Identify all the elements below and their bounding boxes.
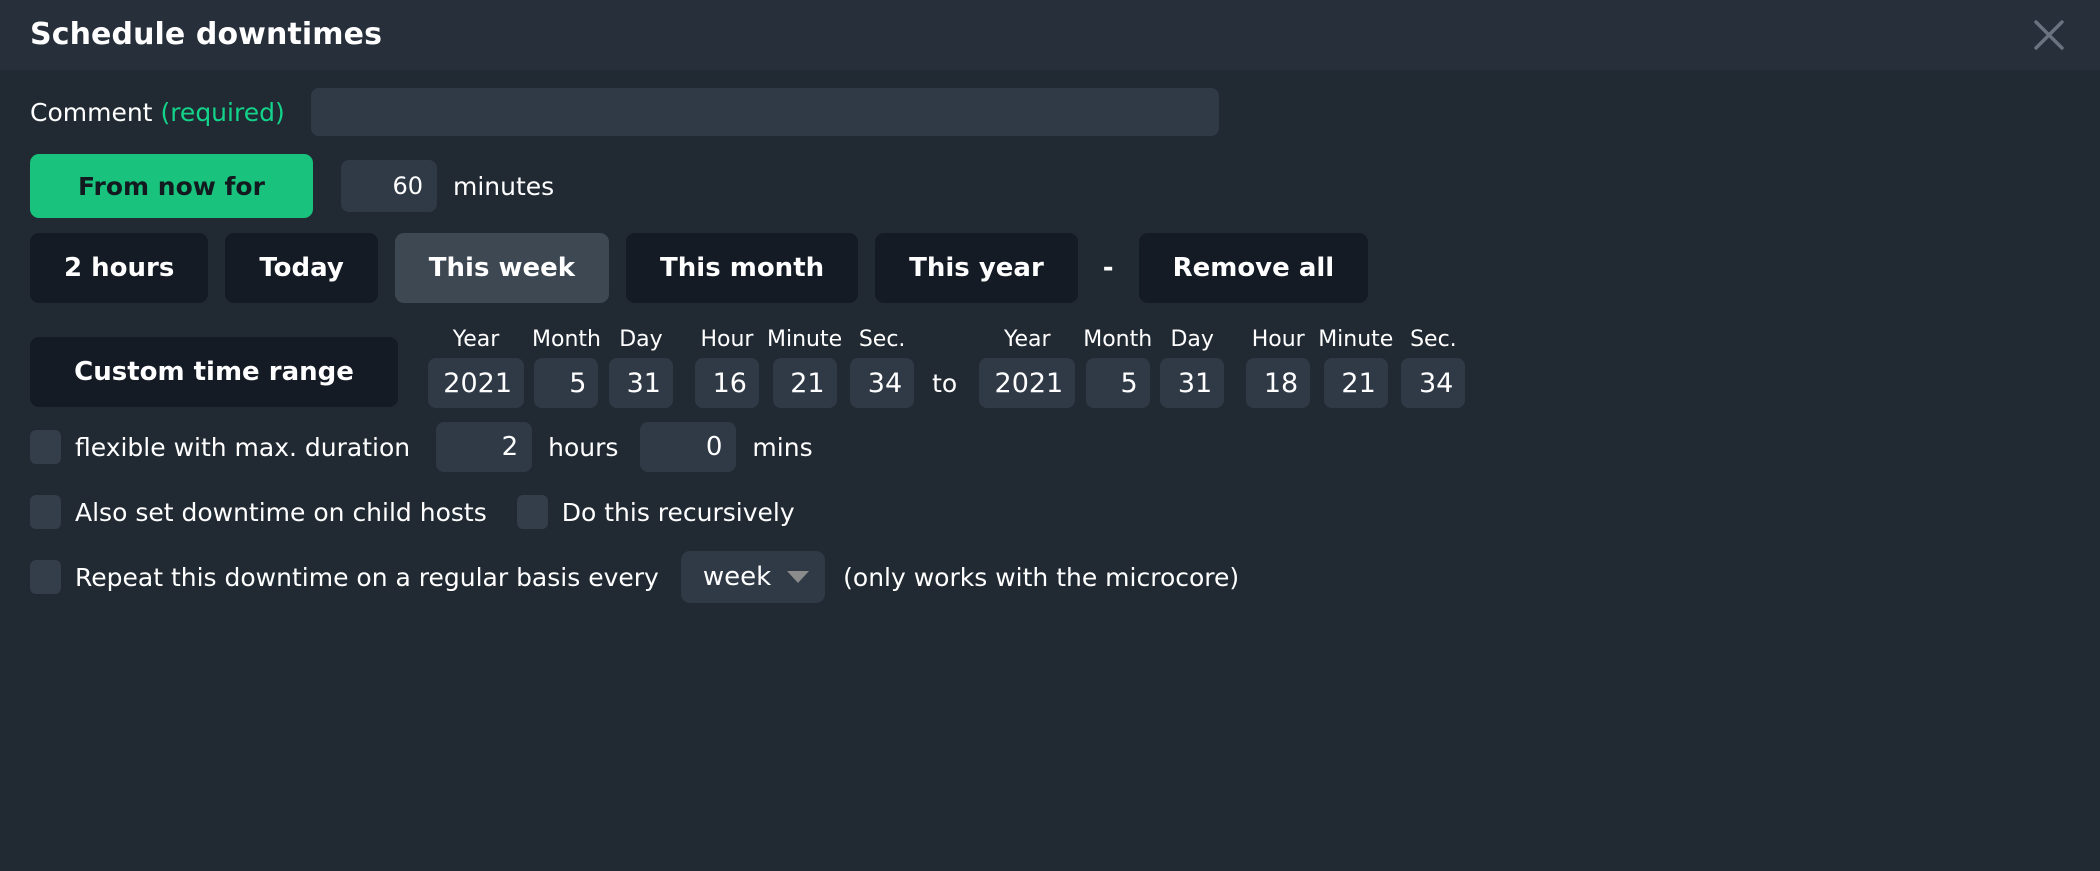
dialog-titlebar: Schedule downtimes — [0, 0, 2100, 70]
child-hosts-label: Also set downtime on child hosts — [75, 497, 487, 527]
minutes-input[interactable] — [341, 160, 437, 212]
end-month-field: Month — [1083, 329, 1152, 408]
close-icon — [2031, 17, 2067, 53]
start-month-label: Month — [532, 327, 601, 352]
start-day-input[interactable] — [608, 358, 673, 408]
end-day-label: Day — [1170, 327, 1214, 352]
flexible-mins-label: mins — [752, 432, 813, 462]
comment-input[interactable] — [310, 88, 1219, 136]
quick-range-separator: - — [1102, 253, 1114, 283]
flexible-mins-input[interactable] — [640, 422, 737, 472]
start-second-input[interactable] — [850, 358, 915, 408]
recursive-label: Do this recursively — [561, 497, 795, 527]
end-hour-field: Hour — [1246, 327, 1311, 408]
end-minute-label: Minute — [1318, 327, 1394, 352]
start-minute-input[interactable] — [772, 358, 837, 408]
page-title: Schedule downtimes — [30, 17, 383, 52]
start-day-label: Day — [619, 327, 663, 352]
custom-time-range-button[interactable]: Custom time range — [30, 337, 398, 407]
end-day-field: Day — [1160, 327, 1225, 408]
end-day-input[interactable] — [1160, 358, 1225, 408]
repeat-label: Repeat this downtime on a regular basis … — [75, 562, 659, 592]
quick-range-this-month-button[interactable]: This month — [626, 233, 859, 303]
quick-range-row: 2 hours Today This week This month This … — [30, 224, 2070, 312]
flexible-duration-row: flexible with max. duration hours mins — [30, 414, 2070, 480]
end-minute-input[interactable] — [1323, 358, 1388, 408]
flexible-duration-checkbox[interactable] — [30, 430, 61, 464]
child-hosts-row: Also set downtime on child hosts Do this… — [30, 480, 2070, 544]
start-second-field: Sec. — [850, 327, 915, 408]
quick-range-2-hours-button[interactable]: 2 hours — [30, 233, 209, 303]
quick-range-today-button[interactable]: Today — [225, 233, 378, 303]
start-year-input[interactable] — [428, 358, 524, 408]
minutes-label: minutes — [453, 171, 555, 201]
start-minute-label: Minute — [766, 327, 843, 352]
from-now-row: From now for minutes — [30, 148, 2070, 224]
comment-label-text: Comment — [30, 97, 153, 127]
repeat-note: (only works with the microcore) — [843, 562, 1240, 592]
repeat-interval-value: week — [702, 562, 772, 592]
repeat-row: Repeat this downtime on a regular basis … — [30, 544, 2070, 610]
dialog-body: Comment (required) From now for minutes … — [0, 70, 2100, 610]
end-year-input[interactable] — [979, 358, 1076, 408]
comment-required-text: (required) — [160, 97, 285, 127]
start-hour-label: Hour — [700, 327, 754, 352]
flexible-hours-label: hours — [548, 432, 619, 462]
child-hosts-checkbox[interactable] — [30, 495, 61, 529]
custom-time-range-row: Custom time range Year Month Day Hour Mi… — [30, 312, 2070, 414]
start-hour-field: Hour — [694, 327, 759, 408]
chevron-down-icon — [787, 571, 810, 583]
start-month-field: Month — [532, 329, 601, 408]
end-datetime-group: Year Month Day Hour Minute Sec. — [971, 327, 1466, 408]
repeat-checkbox[interactable] — [30, 560, 61, 594]
flexible-duration-label: flexible with max. duration — [75, 432, 411, 462]
end-second-field: Sec. — [1401, 327, 1466, 408]
from-now-for-button[interactable]: From now for — [30, 154, 313, 218]
quick-range-this-week-button[interactable]: This week — [394, 233, 610, 303]
flexible-hours-input[interactable] — [436, 422, 533, 472]
end-month-input[interactable] — [1085, 358, 1150, 408]
start-month-input[interactable] — [534, 358, 599, 408]
start-year-label: Year — [452, 327, 500, 352]
end-second-label: Sec. — [1410, 327, 1457, 352]
end-hour-input[interactable] — [1246, 358, 1311, 408]
end-year-label: Year — [1003, 327, 1051, 352]
quick-range-this-year-button[interactable]: This year — [875, 233, 1078, 303]
repeat-interval-dropdown[interactable]: week — [680, 551, 826, 603]
recursive-checkbox[interactable] — [516, 495, 548, 529]
comment-row: Comment (required) — [30, 70, 2070, 148]
start-year-field: Year — [428, 329, 524, 408]
start-hour-input[interactable] — [694, 358, 759, 408]
end-month-label: Month — [1083, 327, 1153, 352]
end-second-input[interactable] — [1401, 358, 1466, 408]
start-datetime-group: Year Month Day Hour Minute Sec. — [420, 327, 915, 408]
close-button[interactable] — [2026, 12, 2072, 58]
end-hour-label: Hour — [1251, 327, 1305, 352]
comment-label: Comment (required) — [30, 98, 285, 127]
remove-all-button[interactable]: Remove all — [1138, 233, 1369, 303]
range-to-label: to — [932, 369, 958, 398]
end-minute-field: Minute — [1318, 329, 1393, 408]
start-day-field: Day — [608, 327, 673, 408]
start-minute-field: Minute — [767, 329, 842, 408]
start-second-label: Sec. — [858, 327, 906, 352]
end-year-field: Year — [979, 327, 1076, 408]
